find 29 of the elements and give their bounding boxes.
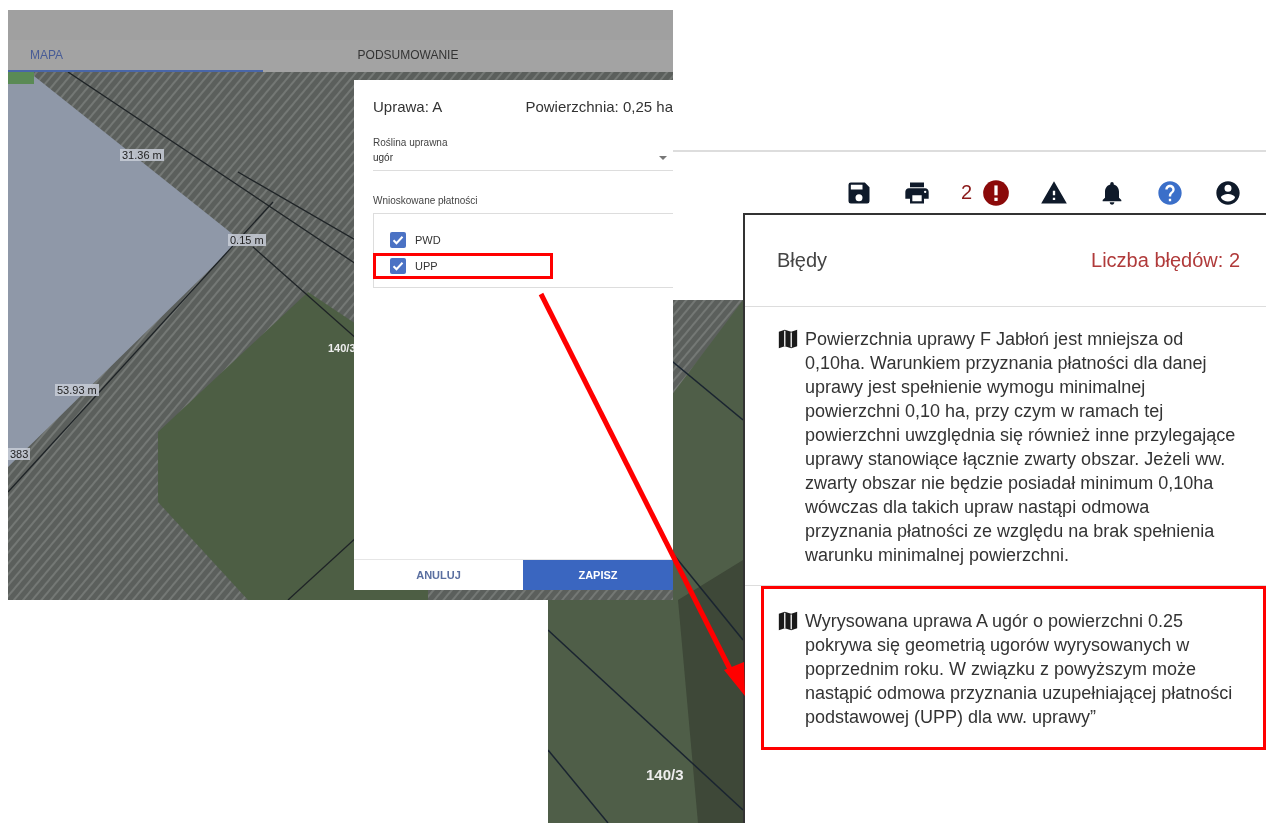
map-label: 53.93 m [55, 384, 99, 396]
map-label: 383 [8, 448, 31, 460]
map-label: 0.15 m [228, 234, 266, 246]
caret-icon [659, 155, 667, 160]
map-label: 140/3 [646, 766, 684, 783]
map-icon [777, 610, 799, 632]
error-message: Wyrysowana uprawa A ugór o powierzchni 0.25 pokrywa się geometrią ugorów wyrysowanych w poprzednim roku. W związku z powyższym może nastąpić odmowa przyznania uzupełniającej płatności podstawowej (UPP) dla ww. uprawy” [805, 610, 1234, 729]
tab[interactable]: PODSUMOWANIE [263, 40, 673, 72]
option-label: UPP [415, 260, 438, 272]
crop-dropdown[interactable]: ugór [373, 148, 673, 171]
save-button[interactable]: ZAPISZ [523, 560, 673, 590]
error-message: Powierzchnia uprawy F Jabłoń jest mniejsza od 0,10ha. Warunkiem przyznania płatności dla danej uprawy jest spełnienie wymogu minimalnej powierzchni 0,10 ha, przy czym w ramach tej powierzchni uwzględnia się również inne przylegające uprawy stanowiące łącznie zwarty obszar. Jeżeli ww. zwarty obszar nie będzie posiadał minimum 0,10ha wówczas dla takich upraw nastąpi odmowa przyznania płatności ze względu na brak spełnienia warunku minimalnej powierzchni. [805, 328, 1237, 567]
help-icon[interactable] [1156, 178, 1184, 207]
checkbox-option[interactable]: PWD [373, 227, 553, 253]
error-count: 2 [960, 181, 972, 204]
account-icon[interactable] [1214, 178, 1242, 207]
error-count-text: Liczba błędów: 2 [1091, 249, 1240, 272]
field-label: Wnioskowane płatności [373, 195, 479, 206]
field-label: Roślina uprawna [373, 137, 449, 148]
checkbox-option[interactable]: UPP [373, 253, 553, 279]
option-label: PWD [415, 234, 441, 246]
map-label: 31.36 m [120, 149, 164, 161]
dialog-title: Uprawa: A [373, 98, 443, 115]
map-icon [777, 328, 799, 350]
checkbox[interactable] [390, 258, 406, 274]
panel-title: Błędy [777, 249, 828, 272]
checkbox[interactable] [390, 232, 406, 248]
error-icon[interactable] [982, 178, 1010, 207]
area-text: Powierzchnia: 0,25 ha [525, 98, 673, 115]
